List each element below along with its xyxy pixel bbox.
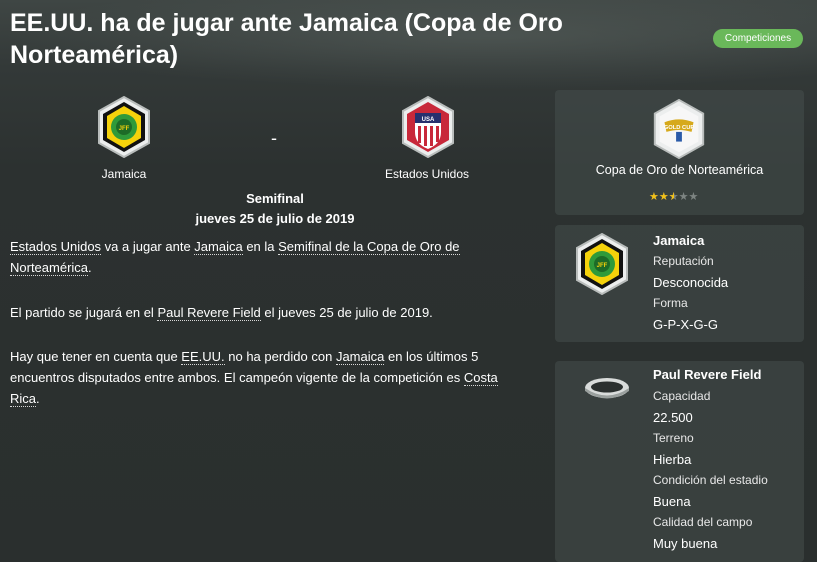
stadium-panel: Paul Revere Field Capacidad 22.500 Terre…: [555, 361, 804, 562]
star-icon: ★: [678, 191, 689, 203]
capacity-label: Capacidad: [653, 389, 711, 403]
svg-text:JFF: JFF: [597, 263, 608, 269]
competition-rating: ★★★★★★: [649, 190, 698, 203]
svg-text:USA: USA: [422, 117, 435, 123]
surface-label: Terreno: [653, 431, 694, 445]
team-link-jamaica-2[interactable]: Jamaica: [335, 349, 385, 365]
article-paragraph-3: Hay que tener en cuenta que EE.UU. no ha…: [10, 346, 530, 409]
stadium-name[interactable]: Paul Revere Field: [653, 367, 761, 382]
competition-panel: GOLD CUP Copa de Oro de Norteamérica ★★★…: [555, 90, 804, 215]
text-fragment: Hay que tener en cuenta que: [10, 349, 182, 364]
team-link-usa-abbr[interactable]: EE.UU.: [181, 349, 225, 365]
pitch-value: Muy buena: [653, 536, 718, 551]
article-paragraph-2: El partido se jugará en el Paul Revere F…: [10, 302, 530, 323]
star-icon: ★: [658, 191, 669, 203]
star-icon: ★: [649, 191, 659, 203]
reputation-value: Desconocida: [653, 275, 729, 290]
venue-link[interactable]: Paul Revere Field: [157, 305, 261, 321]
form-value: G-P-X-G-G: [653, 317, 718, 332]
reputation-label: Reputación: [653, 254, 714, 268]
text-fragment: en la: [242, 239, 279, 254]
svg-text:JFF: JFF: [119, 126, 130, 132]
text-fragment: .: [36, 391, 40, 406]
usa-crest-icon[interactable]: USA: [397, 96, 459, 158]
form-label: Forma: [653, 296, 688, 310]
match-round: Semifinal: [246, 191, 304, 206]
competition-name[interactable]: Copa de Oro de Norteamérica: [555, 163, 804, 177]
text-fragment: El partido se jugará en el: [10, 305, 158, 320]
star-icon: ★: [688, 191, 699, 203]
stadium-icon: [585, 378, 629, 399]
pitch-label: Calidad del campo: [653, 515, 753, 529]
team-link-usa[interactable]: Estados Unidos: [10, 239, 102, 255]
half-star-icon: ★★: [669, 190, 679, 203]
condition-label: Condición del estadio: [653, 473, 768, 487]
jamaica-crest-small-icon[interactable]: JFF: [571, 233, 633, 295]
text-fragment: va a jugar ante: [101, 239, 195, 254]
away-team-name[interactable]: Estados Unidos: [367, 167, 487, 181]
surface-value: Hierba: [653, 452, 692, 467]
text-fragment: .: [88, 260, 92, 275]
page-title: EE.UU. ha de jugar ante Jamaica (Copa de…: [10, 9, 563, 69]
text-fragment: el jueves 25 de julio de 2019.: [260, 305, 433, 320]
team-panel-name[interactable]: Jamaica: [653, 233, 704, 248]
text-fragment: no ha perdido con: [224, 349, 336, 364]
article-paragraph-1: Estados Unidos va a jugar ante Jamaica e…: [10, 236, 530, 278]
jamaica-crest-icon[interactable]: JFF: [93, 96, 155, 158]
competitions-badge[interactable]: Competiciones: [713, 29, 803, 48]
svg-text:GOLD CUP: GOLD CUP: [664, 125, 695, 131]
capacity-value: 22.500: [653, 410, 693, 425]
condition-value: Buena: [653, 494, 691, 509]
star-fill: ★: [669, 190, 674, 203]
match-date: jueves 25 de julio de 2019: [195, 211, 355, 226]
team-link-jamaica[interactable]: Jamaica: [194, 239, 243, 255]
home-team-name[interactable]: Jamaica: [64, 167, 184, 181]
team-panel: JFF Jamaica Reputación Desconocida Forma…: [555, 225, 804, 342]
score-separator: -: [271, 128, 277, 148]
gold-cup-logo-icon[interactable]: GOLD CUP: [649, 99, 709, 159]
